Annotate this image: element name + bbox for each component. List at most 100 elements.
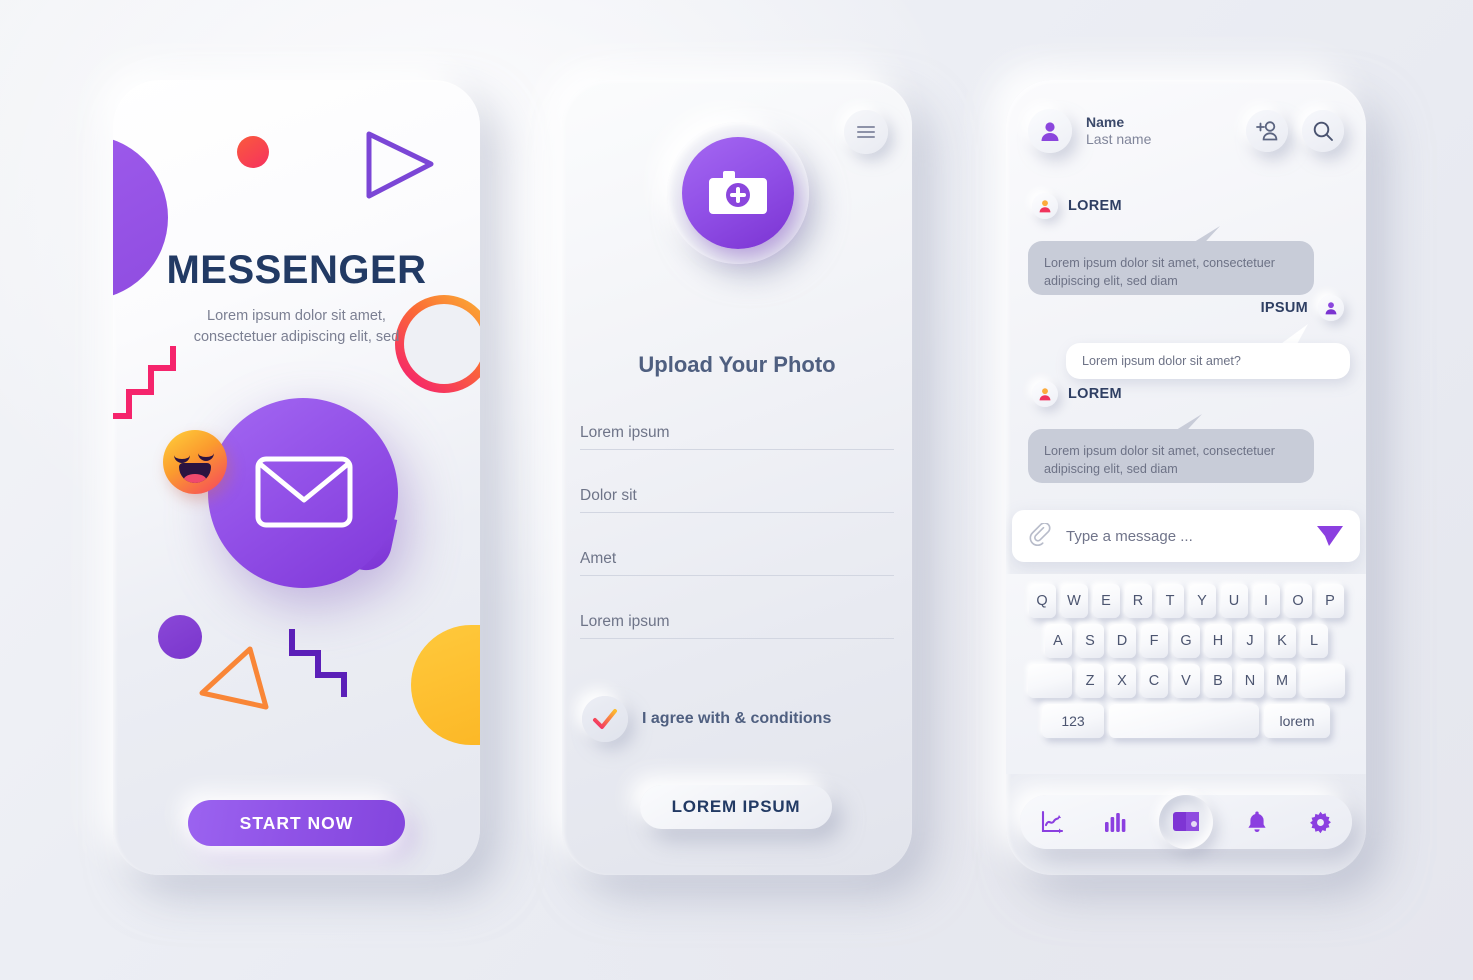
search-icon [1313,121,1333,141]
key-p[interactable]: P [1316,584,1344,618]
camera-add-icon [682,137,794,249]
nav-wallet-button[interactable] [1158,795,1213,849]
submit-button[interactable]: LOREM IPSUM [640,785,832,829]
add-user-icon [1256,121,1278,141]
check-icon [593,709,617,729]
user-avatar-icon [1325,302,1337,315]
gear-icon [1309,811,1331,833]
nav-settings-button[interactable] [1300,802,1340,842]
page-title: Upload Your Photo [638,352,836,377]
user-avatar-icon [1041,122,1059,141]
phone-screen-chat: Name Last name LOREM Lorem ipsum dolor s… [1006,80,1366,875]
input-field-3[interactable]: Amet [580,536,894,576]
agree-checkbox[interactable] [582,696,628,742]
key-f[interactable]: F [1140,624,1168,658]
hamburger-menu-button[interactable] [844,110,888,154]
poster-canvas: MESSENGER Lorem ipsum dolor sit amet, co… [0,0,1473,980]
keyboard-row-2: ASDFGHJKL [1006,624,1366,658]
line-chart-icon [1041,810,1063,834]
key-i[interactable]: I [1252,584,1280,618]
bar-chart-icon [1105,813,1126,832]
chat-contact-names: Name Last name [1086,114,1151,148]
wallet-icon [1172,812,1199,831]
message-sender-name: IPSUM [1260,300,1308,316]
key-n[interactable]: N [1236,664,1264,698]
user-avatar-icon [1039,200,1051,213]
page-subtitle: Lorem ipsum dolor sit amet, consectetuer… [193,308,400,345]
key-y[interactable]: Y [1188,584,1216,618]
key-m[interactable]: M [1268,664,1296,698]
key-u[interactable]: U [1220,584,1248,618]
key-x[interactable]: X [1108,664,1136,698]
paperclip-icon[interactable] [1028,523,1052,549]
nav-bar-chart-button[interactable] [1095,802,1135,842]
message-input-bar[interactable]: Type a message ... [1012,510,1360,562]
agree-terms-label: I agree with & conditions [642,710,832,727]
send-icon[interactable] [1316,524,1344,548]
decor-stairs-pink-icon [113,346,176,419]
contact-first-name: Name [1086,114,1125,130]
page-title: MESSENGER [166,248,427,292]
envelope-icon [255,456,353,528]
key-s[interactable]: S [1076,624,1104,658]
backspace-key[interactable] [1300,664,1345,698]
search-button[interactable] [1302,110,1344,152]
contact-last-name: Last name [1086,131,1152,147]
language-key[interactable]: lorem [1264,704,1330,738]
keyboard-row-3: ZXCVBNM [1006,664,1366,698]
numbers-key[interactable]: 123 [1042,704,1104,738]
key-w[interactable]: W [1060,584,1088,618]
upload-photo-button[interactable] [667,122,809,264]
message-sender-row: LOREM [1032,193,1122,219]
key-d[interactable]: D [1108,624,1136,658]
start-now-button[interactable]: START NOW [188,800,405,846]
input-field-1[interactable]: Lorem ipsum [580,410,894,450]
decor-dot-purple [158,615,202,659]
phone-screen-onboarding: MESSENGER Lorem ipsum dolor sit amet, co… [113,80,480,875]
message-input-placeholder[interactable]: Type a message ... [1066,528,1316,545]
key-h[interactable]: H [1204,624,1232,658]
decor-triangle-orange-icon [199,646,269,710]
keyboard-row-1: QWERTYUIOP [1006,584,1366,618]
input-field-4[interactable]: Lorem ipsum [580,599,894,639]
message-sender-row: IPSUM [1261,295,1344,321]
message-sender-name: LOREM [1068,386,1122,402]
chat-header: Name Last name [1006,102,1366,160]
key-e[interactable]: E [1092,584,1120,618]
key-t[interactable]: T [1156,584,1184,618]
space-key[interactable] [1109,704,1259,738]
user-avatar-icon [1039,388,1051,401]
hamburger-menu-icon [857,126,875,138]
key-b[interactable]: B [1204,664,1232,698]
key-c[interactable]: C [1140,664,1168,698]
decor-zigzag-purple-icon [289,629,347,697]
nav-notifications-button[interactable] [1237,802,1277,842]
shift-key[interactable] [1027,664,1072,698]
key-j[interactable]: J [1236,624,1264,658]
message-bubble-illustration [208,398,398,588]
chat-header-actions [1246,110,1344,152]
key-a[interactable]: A [1044,624,1072,658]
bell-icon [1247,811,1266,832]
chat-bubble-incoming: Lorem ipsum dolor sit amet, consectetuer… [1028,241,1314,295]
key-k[interactable]: K [1268,624,1296,658]
agree-terms-checkbox-row[interactable]: I agree with & conditions [582,696,831,742]
emoji-laughing-icon [163,430,227,494]
add-user-button[interactable] [1246,110,1288,152]
on-screen-keyboard: QWERTYUIOP ASDFGHJKL ZXCVBNM 123 lorem [1006,574,1366,774]
message-sender-name: LOREM [1068,198,1122,214]
message-sender-row: LOREM [1032,381,1122,407]
key-l[interactable]: L [1300,624,1328,658]
decor-half-circle-yellow [411,625,480,745]
nav-line-chart-button[interactable] [1032,802,1072,842]
key-o[interactable]: O [1284,584,1312,618]
input-field-2[interactable]: Dolor sit [580,473,894,513]
avatar [1318,295,1344,321]
avatar [1032,193,1058,219]
key-r[interactable]: R [1124,584,1152,618]
key-g[interactable]: G [1172,624,1200,658]
key-q[interactable]: Q [1028,584,1056,618]
key-z[interactable]: Z [1076,664,1104,698]
key-v[interactable]: V [1172,664,1200,698]
avatar[interactable] [1028,109,1072,153]
